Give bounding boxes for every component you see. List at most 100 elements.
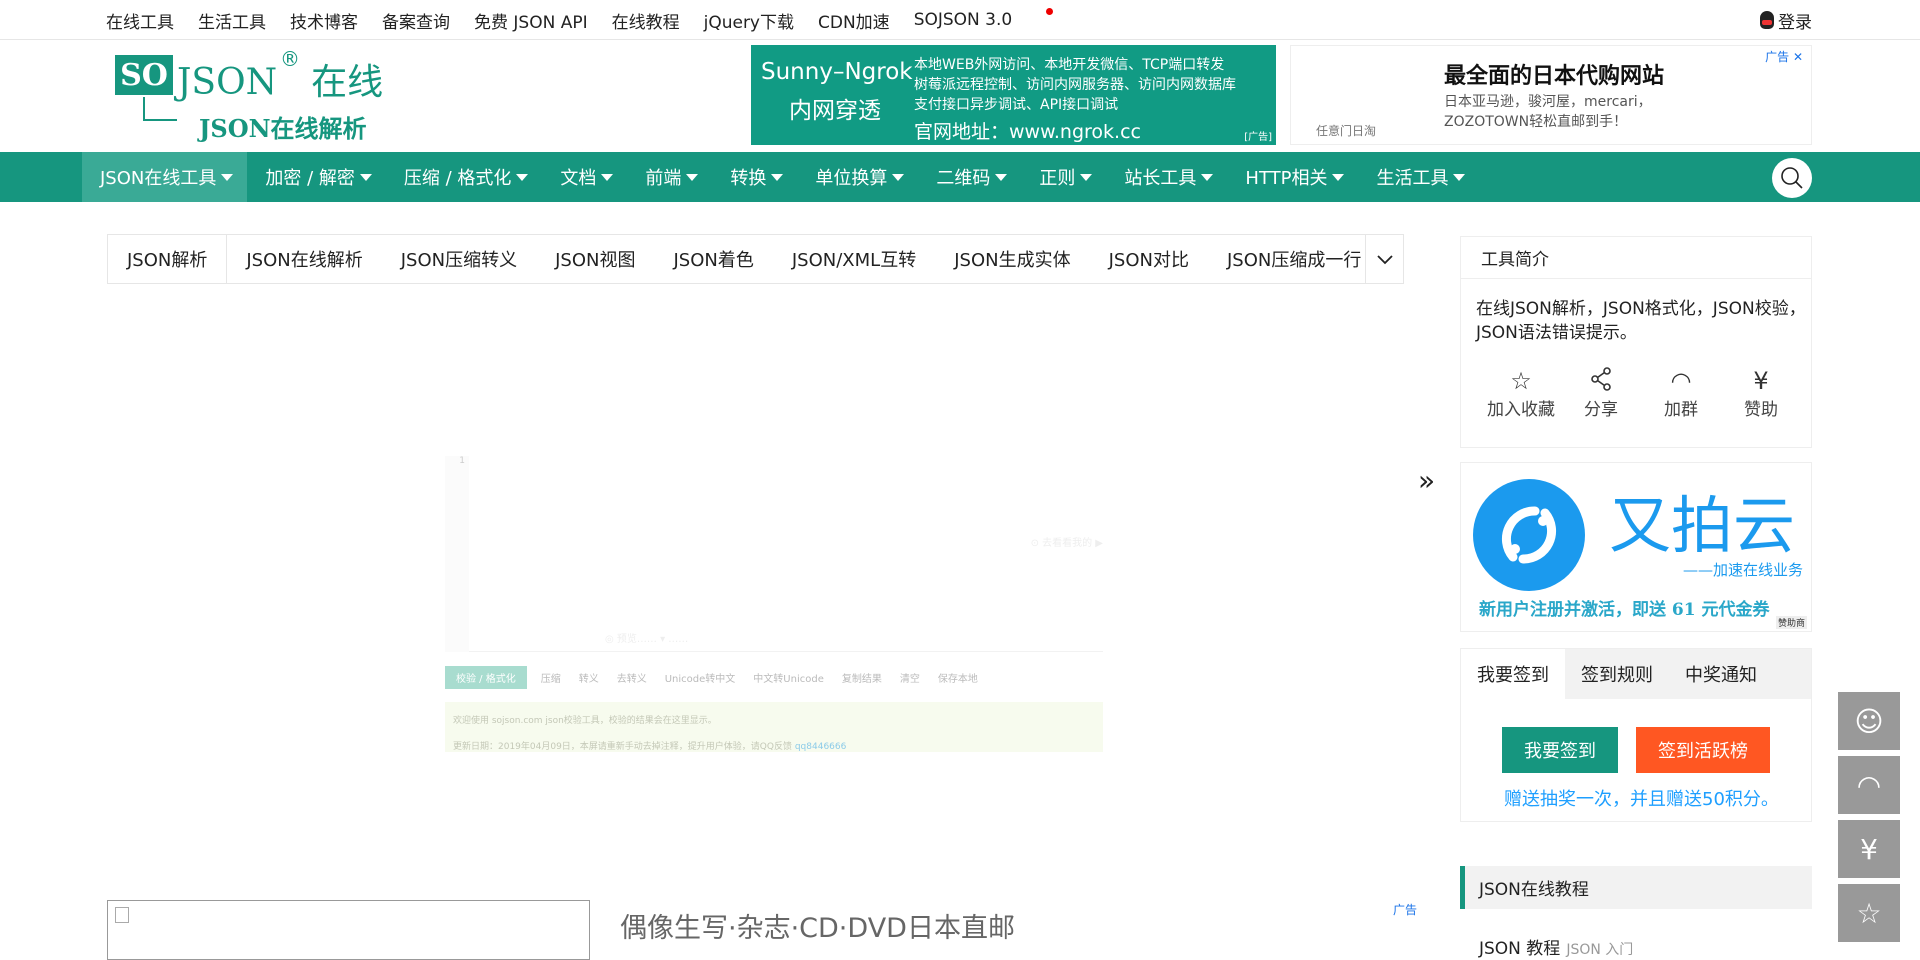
nav-item-json-tools[interactable]: JSON在线工具 xyxy=(82,152,248,202)
sign-buttons: 我要签到 签到活跃榜 xyxy=(1502,727,1770,773)
tab-json-view[interactable]: JSON视图 xyxy=(536,235,654,283)
unescape-button[interactable]: 去转义 xyxy=(617,670,647,685)
ad-japan-shop[interactable]: 最全面的日本代购网站 日本亚马逊，骏河屋，mercari， ZOZOTOWN轻松… xyxy=(1290,45,1812,145)
search-button[interactable] xyxy=(1772,158,1812,198)
favorite-button[interactable]: ☆ 加入收藏 xyxy=(1481,367,1561,420)
login-link[interactable]: 登录 xyxy=(1760,0,1812,40)
notice-qq-link[interactable]: qq8446666 xyxy=(795,742,847,752)
tab-sign-in[interactable]: 我要签到 xyxy=(1461,649,1565,699)
upyun-slogan: ——加速在线业务 xyxy=(1683,561,1804,579)
ad-close-button[interactable]: 广告 ✕ xyxy=(1765,48,1803,65)
nav-item-encrypt[interactable]: 加密 / 解密 xyxy=(247,152,386,202)
notice-text: 更新日期：2019年04月09日，本屏请重新手动去掉注释，提升用户体验，请QQ反… xyxy=(453,742,795,752)
nav-item-docs[interactable]: 文档 xyxy=(542,152,627,202)
nav-item-convert[interactable]: 转换 xyxy=(712,152,797,202)
caret-down-icon xyxy=(221,173,234,181)
nav-item-qrcode[interactable]: 二维码 xyxy=(918,152,1021,202)
nav-item-regex[interactable]: 正则 xyxy=(1021,152,1106,202)
tab-json-compress-escape[interactable]: JSON压缩转义 xyxy=(382,235,536,283)
caret-down-icon xyxy=(995,173,1008,181)
sponsor-float-button[interactable]: ¥ xyxy=(1838,820,1900,878)
join-group-button[interactable]: ◠ 加群 xyxy=(1641,367,1721,420)
top-link-blog[interactable]: 技术博客 xyxy=(290,8,358,33)
save-local-button[interactable]: 保存本地 xyxy=(938,670,978,685)
action-label: 加入收藏 xyxy=(1487,400,1555,420)
top-link-online-tools[interactable]: 在线工具 xyxy=(106,8,174,33)
nav-label: 生活工具 xyxy=(1376,168,1449,189)
editor-hint[interactable]: ⊙ 去看看我的 ▶ xyxy=(1031,534,1103,549)
tab-json-diff[interactable]: JSON对比 xyxy=(1090,235,1208,283)
nav-label: 文档 xyxy=(560,168,597,189)
ad-ngrok-line: 支付接口异步调试、API接口调试 xyxy=(914,97,1119,113)
escape-button[interactable]: 转义 xyxy=(579,670,599,685)
ad-ngrok-subtitle: 内网穿透 xyxy=(789,98,881,124)
ad-japan-desc: 日本亚马逊，骏河屋，mercari， ZOZOTOWN轻松直邮到手！ xyxy=(1444,92,1652,132)
logo-subtitle: JSON在线解析 xyxy=(199,114,367,143)
favorite-float-button[interactable]: ☆ xyxy=(1838,884,1900,942)
top-link-sojson3[interactable]: SOJSON 3.0 xyxy=(914,10,1013,30)
top-link-tutorial[interactable]: 在线教程 xyxy=(612,8,680,33)
ad-ngrok[interactable]: Sunny–Ngrok 内网穿透 本地WEB外网访问、本地开发微信、TCP端口转… xyxy=(751,45,1276,145)
json-editor[interactable]: 1 ⊙ 去看看我的 ▶ ◎ 预览…… ▾ …… xyxy=(445,456,1103,652)
ad-idol-goods[interactable]: 偶像生写·杂志·CD·DVD日本直邮 广告 xyxy=(107,900,1425,960)
top-link-cdn[interactable]: CDN加速 xyxy=(818,8,890,33)
top-link-icp[interactable]: 备案查询 xyxy=(382,8,450,33)
top-link-jquery[interactable]: jQuery下载 xyxy=(704,8,794,33)
tab-winners[interactable]: 中奖通知 xyxy=(1669,649,1773,699)
site-logo[interactable]: SO JSON 在线 ® JSON在线解析 xyxy=(115,47,385,143)
upyun-promo: 新用户注册并激活，即送 61 元代金券 xyxy=(1479,600,1770,620)
action-label: 赞助 xyxy=(1744,400,1778,420)
validate-format-button[interactable]: 校验 / 格式化 xyxy=(445,665,527,689)
sign-in-panel: 我要签到 签到规则 中奖通知 我要签到 签到活跃榜 赠送抽奖一次，并且赠送50积… xyxy=(1460,648,1812,822)
top-link-json-api[interactable]: 免费 JSON API xyxy=(474,8,588,33)
nav-item-frontend[interactable]: 前端 xyxy=(627,152,712,202)
nav-label: HTTP相关 xyxy=(1245,168,1328,189)
json-tutorial-panel: JSON在线教程 JSON 教程 JSON 入门 xyxy=(1460,866,1812,960)
intro-actions: ☆ 加入收藏 分享 ◠ 加群 ¥ 赞助 xyxy=(1481,367,1801,420)
sign-tabs: 我要签到 签到规则 中奖通知 xyxy=(1461,649,1811,699)
nav-label: 转换 xyxy=(730,168,767,189)
share-button[interactable]: 分享 xyxy=(1561,367,1641,420)
ad-japan-desc-line: ZOZOTOWN轻松直邮到手！ xyxy=(1444,114,1628,130)
sign-in-button[interactable]: 我要签到 xyxy=(1502,727,1618,773)
tutorial-item[interactable]: JSON 教程 JSON 入门 xyxy=(1479,934,1633,959)
top-bar: 在线工具 生活工具 技术博客 备案查询 免费 JSON API 在线教程 jQu… xyxy=(0,0,1920,40)
star-icon: ☆ xyxy=(1856,896,1882,930)
tutorial-item-sub: JSON 入门 xyxy=(1566,942,1634,958)
qq-icon: ◠ xyxy=(1670,367,1692,395)
sign-rank-button[interactable]: 签到活跃榜 xyxy=(1636,727,1770,773)
nav-item-webmaster[interactable]: 站长工具 xyxy=(1106,152,1227,202)
unicode-to-cn-button[interactable]: Unicode转中文 xyxy=(665,670,736,685)
expand-icon[interactable]: » xyxy=(1418,464,1435,497)
feedback-float-button[interactable]: ☺ xyxy=(1838,692,1900,750)
nav-item-compress[interactable]: 压缩 / 格式化 xyxy=(386,152,543,202)
tool-description: 在线JSON解析，JSON格式化，JSON校验，JSON语法错误提示。 xyxy=(1476,299,1806,343)
nav-item-units[interactable]: 单位换算 xyxy=(797,152,918,202)
tab-sign-rules[interactable]: 签到规则 xyxy=(1565,649,1669,699)
qq-float-button[interactable]: ◠ xyxy=(1838,756,1900,814)
tab-json-xml[interactable]: JSON/XML互转 xyxy=(773,235,935,283)
top-link-life-tools[interactable]: 生活工具 xyxy=(198,8,266,33)
copy-result-button[interactable]: 复制结果 xyxy=(842,670,882,685)
caret-down-icon xyxy=(516,173,529,181)
share-icon xyxy=(1590,367,1612,395)
tab-json-color[interactable]: JSON着色 xyxy=(655,235,773,283)
clear-button[interactable]: 清空 xyxy=(900,670,920,685)
tab-json-entity[interactable]: JSON生成实体 xyxy=(935,235,1089,283)
tab-json-one-line[interactable]: JSON压缩成一行 xyxy=(1208,235,1380,283)
caret-down-icon xyxy=(892,173,905,181)
cn-to-unicode-button[interactable]: 中文转Unicode xyxy=(753,670,824,685)
tab-json-online-parse[interactable]: JSON在线解析 xyxy=(227,235,381,283)
nav-item-http[interactable]: HTTP相关 xyxy=(1227,152,1358,202)
tabs-more-button[interactable] xyxy=(1365,235,1403,283)
caret-down-icon xyxy=(686,173,699,181)
logo-json-text: JSON xyxy=(177,62,278,103)
logo-arrow-icon xyxy=(143,97,177,121)
nav-label: 加密 / 解密 xyxy=(265,168,355,189)
logo-cn-text: 在线 xyxy=(311,62,384,103)
compress-button[interactable]: 压缩 xyxy=(541,670,561,685)
nav-item-life[interactable]: 生活工具 xyxy=(1358,152,1479,202)
ad-upyun[interactable]: 又拍云 ——加速在线业务 新用户注册并激活，即送 61 元代金券 赞助商 xyxy=(1460,462,1812,632)
sponsor-button[interactable]: ¥ 赞助 xyxy=(1721,367,1801,420)
tab-json-parse[interactable]: JSON解析 xyxy=(108,235,228,283)
